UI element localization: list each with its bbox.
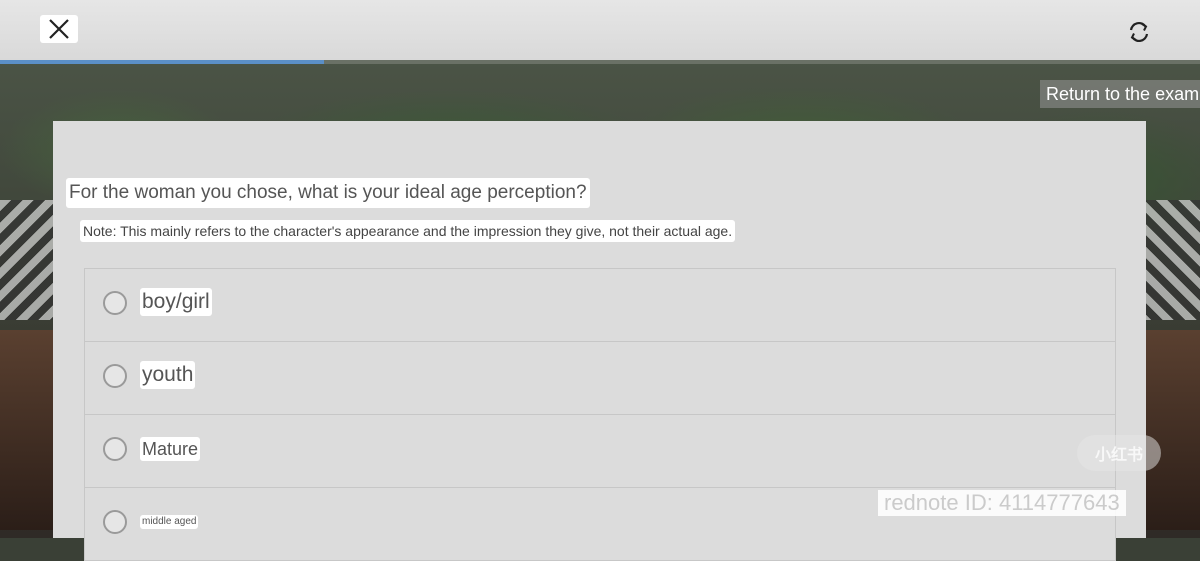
background-window-left <box>0 330 55 530</box>
option-label: youth <box>140 361 196 389</box>
answer-options: boy/girl youth Mature middle aged <box>84 268 1116 561</box>
option-label: Mature <box>140 437 201 461</box>
progress-bar <box>0 60 1200 64</box>
question-note: Note: This mainly refers to the characte… <box>80 220 736 242</box>
refresh-button[interactable] <box>1125 18 1153 46</box>
radio-button[interactable] <box>103 364 127 388</box>
radio-button[interactable] <box>103 437 127 461</box>
close-icon <box>49 19 69 39</box>
option-youth[interactable]: youth <box>84 341 1116 414</box>
radio-button[interactable] <box>103 291 127 315</box>
refresh-icon <box>1129 22 1149 42</box>
watermark-id: rednote ID: 4114777643 <box>878 490 1126 516</box>
watermark-logo: 小红书 <box>1077 435 1161 471</box>
option-label: boy/girl <box>140 288 212 316</box>
background-awning-left <box>0 200 60 320</box>
question-card: For the woman you chose, what is your id… <box>53 121 1146 561</box>
return-to-exam-link[interactable]: Return to the exam <box>1040 80 1200 108</box>
question-title: For the woman you chose, what is your id… <box>66 178 590 208</box>
option-label: middle aged <box>140 515 199 529</box>
progress-bar-fill <box>0 60 324 64</box>
top-bar <box>0 0 1200 60</box>
background-awning-right <box>1140 200 1200 320</box>
option-boy-girl[interactable]: boy/girl <box>84 268 1116 341</box>
close-button[interactable] <box>40 15 78 43</box>
radio-button[interactable] <box>103 510 127 534</box>
option-mature[interactable]: Mature <box>84 414 1116 487</box>
background-window-right <box>1140 330 1200 530</box>
